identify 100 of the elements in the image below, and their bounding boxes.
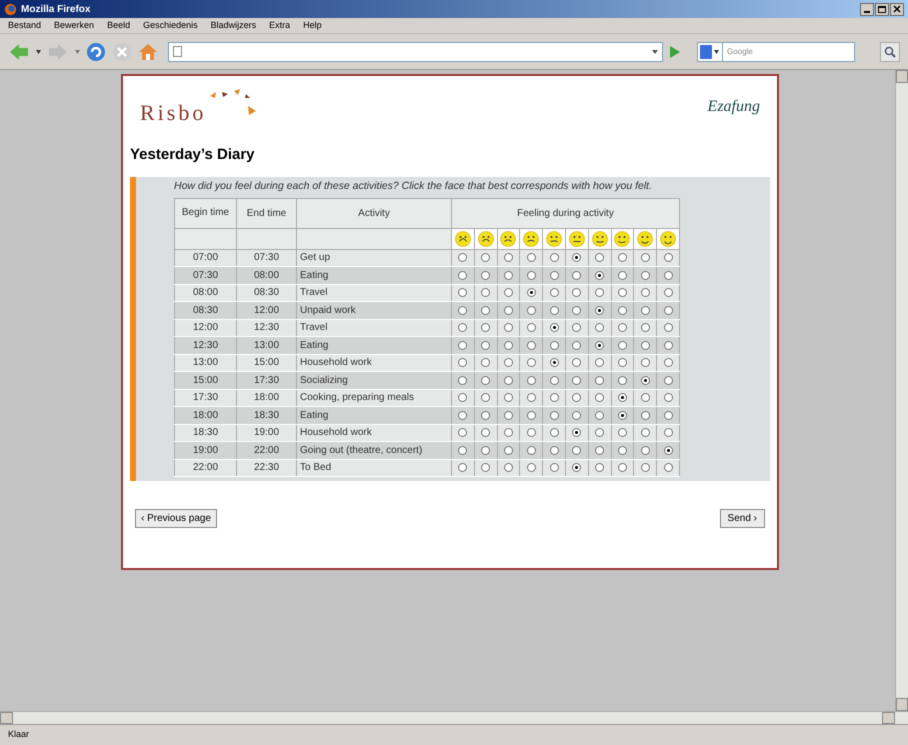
radio-button[interactable]: [526, 376, 536, 385]
radio-button[interactable]: [595, 428, 604, 438]
radio-button[interactable]: [458, 463, 468, 472]
radio-button[interactable]: [595, 376, 604, 385]
radio-button[interactable]: [640, 358, 650, 368]
radio-button[interactable]: [504, 446, 513, 455]
radio-button[interactable]: [550, 376, 559, 385]
radio-button[interactable]: [572, 358, 582, 368]
search-engine-button[interactable]: [697, 42, 723, 62]
radio-button[interactable]: [504, 270, 513, 280]
radio-button[interactable]: [458, 306, 468, 315]
radio-button[interactable]: [504, 463, 513, 472]
radio-button[interactable]: [550, 393, 559, 402]
menu-item[interactable]: Geschiedenis: [143, 18, 198, 32]
radio-button[interactable]: [526, 323, 536, 332]
radio-button[interactable]: [664, 306, 673, 315]
menu-item[interactable]: Beeld: [107, 18, 130, 32]
radio-button[interactable]: [618, 270, 627, 280]
radio-button[interactable]: [481, 340, 490, 350]
radio-button[interactable]: [481, 463, 490, 472]
radio-button[interactable]: [572, 323, 582, 332]
radio-button[interactable]: [504, 340, 513, 350]
close-button[interactable]: [890, 2, 904, 16]
menu-item[interactable]: Bladwijzers: [210, 18, 256, 32]
radio-button[interactable]: [526, 410, 536, 420]
vertical-scrollbar[interactable]: [895, 70, 908, 711]
radio-button[interactable]: [640, 463, 650, 472]
send-button[interactable]: Send ›: [720, 509, 765, 528]
radio-button[interactable]: [504, 428, 513, 438]
radio-button[interactable]: [572, 253, 582, 262]
radio-button[interactable]: [618, 306, 627, 315]
radio-button[interactable]: [526, 463, 536, 472]
radio-button[interactable]: [664, 270, 673, 280]
radio-button[interactable]: [640, 306, 650, 315]
radio-button[interactable]: [504, 288, 513, 298]
radio-button[interactable]: [595, 340, 604, 350]
menu-item[interactable]: Extra: [269, 18, 290, 32]
radio-button[interactable]: [458, 323, 468, 332]
radio-button[interactable]: [550, 428, 559, 438]
radio-button[interactable]: [618, 463, 627, 472]
radio-button[interactable]: [481, 446, 490, 455]
radio-button[interactable]: [458, 393, 468, 402]
radio-button[interactable]: [664, 393, 673, 402]
radio-button[interactable]: [572, 446, 582, 455]
radio-button[interactable]: [550, 410, 559, 420]
radio-button[interactable]: [458, 410, 468, 420]
radio-button[interactable]: [572, 306, 582, 315]
radio-button[interactable]: [504, 306, 513, 315]
search-field[interactable]: Google: [723, 42, 855, 62]
radio-button[interactable]: [572, 288, 582, 298]
radio-button[interactable]: [550, 340, 559, 350]
radio-button[interactable]: [572, 393, 582, 402]
previous-page-button[interactable]: ‹ Previous page: [135, 509, 218, 528]
radio-button[interactable]: [640, 270, 650, 280]
menu-item[interactable]: Bewerken: [54, 18, 94, 32]
radio-button[interactable]: [618, 288, 627, 298]
menu-item[interactable]: Bestand: [8, 18, 42, 32]
radio-button[interactable]: [595, 446, 604, 455]
radio-button[interactable]: [504, 393, 513, 402]
radio-button[interactable]: [572, 410, 582, 420]
radio-button[interactable]: [595, 253, 604, 262]
radio-button[interactable]: [481, 253, 490, 262]
maximize-button[interactable]: [875, 2, 889, 16]
radio-button[interactable]: [595, 393, 604, 402]
radio-button[interactable]: [458, 376, 468, 385]
radio-button[interactable]: [640, 253, 650, 262]
radio-button[interactable]: [618, 323, 627, 332]
horizontal-scrollbar[interactable]: [0, 711, 908, 724]
radio-button[interactable]: [550, 306, 559, 315]
radio-button[interactable]: [664, 358, 673, 368]
radio-button[interactable]: [595, 358, 604, 368]
radio-button[interactable]: [526, 358, 536, 368]
radio-button[interactable]: [640, 428, 650, 438]
radio-button[interactable]: [550, 463, 559, 472]
reload-icon[interactable]: [86, 42, 106, 62]
radio-button[interactable]: [481, 376, 490, 385]
radio-button[interactable]: [550, 358, 559, 368]
radio-button[interactable]: [595, 288, 604, 298]
address-field[interactable]: [168, 42, 663, 62]
radio-button[interactable]: [458, 253, 468, 262]
dropdown-icon[interactable]: [652, 50, 658, 54]
radio-button[interactable]: [640, 376, 650, 385]
radio-button[interactable]: [526, 428, 536, 438]
radio-button[interactable]: [458, 428, 468, 438]
radio-button[interactable]: [481, 288, 490, 298]
radio-button[interactable]: [481, 358, 490, 368]
radio-button[interactable]: [458, 358, 468, 368]
radio-button[interactable]: [640, 446, 650, 455]
radio-button[interactable]: [595, 463, 604, 472]
radio-button[interactable]: [618, 376, 627, 385]
radio-button[interactable]: [640, 340, 650, 350]
radio-button[interactable]: [572, 463, 582, 472]
radio-button[interactable]: [504, 410, 513, 420]
radio-button[interactable]: [526, 253, 536, 262]
radio-button[interactable]: [618, 410, 627, 420]
radio-button[interactable]: [481, 270, 490, 280]
radio-button[interactable]: [572, 270, 582, 280]
radio-button[interactable]: [664, 463, 673, 472]
radio-button[interactable]: [504, 253, 513, 262]
radio-button[interactable]: [550, 270, 559, 280]
